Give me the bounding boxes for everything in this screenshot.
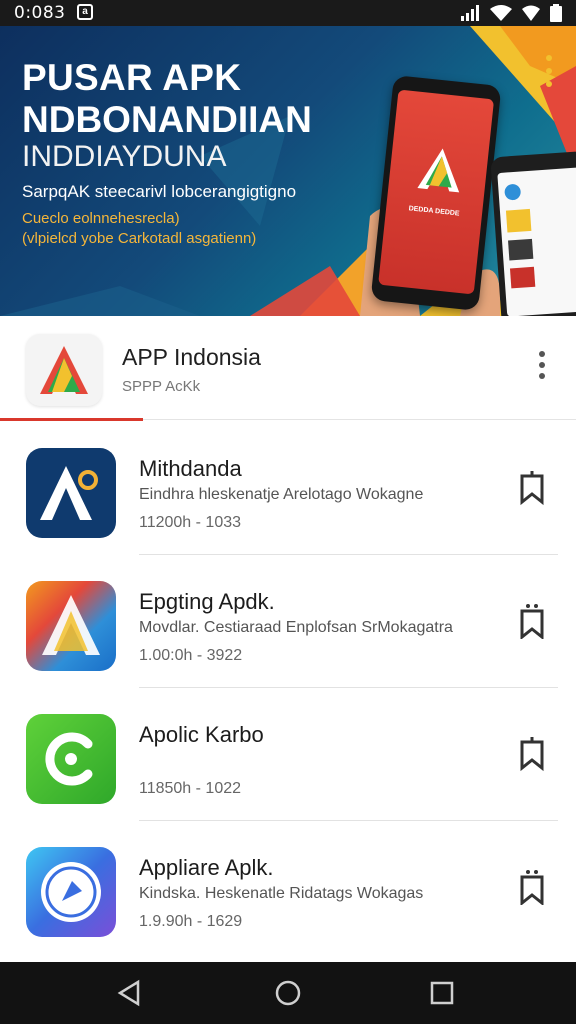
status-icons bbox=[460, 4, 562, 22]
navigation-bar bbox=[0, 962, 576, 1024]
bookmark-icon[interactable] bbox=[518, 869, 546, 905]
app-meta: 1.9.90h - 1629 bbox=[139, 913, 243, 930]
wifi-icon bbox=[490, 5, 512, 21]
banner-title-line1: PUSAR APK bbox=[22, 57, 242, 98]
notification-icon: a bbox=[77, 4, 93, 20]
banner-more-icon[interactable] bbox=[544, 54, 554, 88]
status-bar: 0:083 a bbox=[0, 0, 576, 26]
app-list: Mithdanda Eindhra hleskenatje Arelotago … bbox=[0, 422, 576, 954]
app-meta: 1.00:0h - 3922 bbox=[139, 647, 243, 664]
app-description: Kindska. Heskenatle Ridatags Wokagas bbox=[139, 885, 424, 902]
banner-tagline: SarpqAK steecarivl lobcerangigtigno bbox=[22, 182, 297, 201]
banner-subtitle: INDDIAYDUNA bbox=[22, 140, 227, 173]
phone-mockup-back bbox=[490, 150, 576, 316]
signal-icon bbox=[461, 5, 479, 21]
app-header-subtitle: SPPP AcKk bbox=[122, 378, 201, 395]
banner-note-line1: Cueclo eolnnehesrecla) bbox=[22, 210, 180, 227]
compass-logo-icon bbox=[26, 847, 116, 937]
home-icon[interactable] bbox=[274, 979, 302, 1007]
banner-note-line2: (vlpielcd yobe Carkotadl asgatienn) bbox=[22, 230, 257, 247]
battery-icon bbox=[550, 4, 562, 22]
a-logo-icon bbox=[417, 148, 460, 193]
screen: 0:083 a DEDDA DEDDE PUSAR APK NDBONANDII… bbox=[0, 0, 576, 1024]
app-title: Appliare Aplk. bbox=[139, 855, 274, 880]
app-meta: 11850h - 1022 bbox=[139, 780, 242, 797]
banner-title-line2: NDBONANDIIAN bbox=[22, 99, 312, 140]
back-icon[interactable] bbox=[116, 979, 144, 1007]
navy-a-logo-icon bbox=[26, 448, 116, 538]
list-item[interactable]: Mithdanda Eindhra hleskenatje Arelotago … bbox=[0, 422, 576, 555]
list-item[interactable]: Apolic Karbo 11850h - 1022 bbox=[0, 688, 576, 821]
recents-icon[interactable] bbox=[428, 979, 456, 1007]
wifi-icon-2 bbox=[522, 5, 540, 21]
list-item[interactable]: Appliare Aplk. Kindska. Heskenatle Ridat… bbox=[0, 821, 576, 954]
phone-app-label: DEDDA DEDDE bbox=[408, 205, 460, 218]
app-logo-icon bbox=[26, 334, 102, 406]
app-meta: 11200h - 1033 bbox=[139, 514, 242, 531]
list-item[interactable]: Epgting Apdk. Movdlar. Cestiaraad Enplof… bbox=[0, 555, 576, 688]
status-time: 0:083 bbox=[14, 3, 66, 23]
bookmark-icon[interactable] bbox=[518, 603, 546, 639]
app-description: Eindhra hleskenatje Arelotago Wokagne bbox=[139, 486, 424, 503]
green-c-logo-icon bbox=[26, 714, 116, 804]
bookmark-icon[interactable] bbox=[518, 736, 546, 772]
bookmark-icon[interactable] bbox=[518, 470, 546, 506]
gradient-a-logo-icon bbox=[26, 581, 116, 671]
app-title: Apolic Karbo bbox=[139, 722, 264, 747]
more-options-icon[interactable] bbox=[538, 350, 546, 380]
app-title: Mithdanda bbox=[139, 456, 242, 481]
app-header-title: APP Indonsia bbox=[122, 344, 261, 370]
app-header[interactable]: APP Indonsia SPPP AcKk bbox=[0, 316, 576, 420]
tab-indicator bbox=[0, 418, 143, 421]
app-title: Epgting Apdk. bbox=[139, 589, 275, 614]
app-description: Movdlar. Cestiaraad Enplofsan SrMokagatr… bbox=[139, 619, 453, 636]
promo-banner[interactable]: DEDDA DEDDE PUSAR APK NDBONANDIIAN INDDI… bbox=[0, 26, 576, 316]
